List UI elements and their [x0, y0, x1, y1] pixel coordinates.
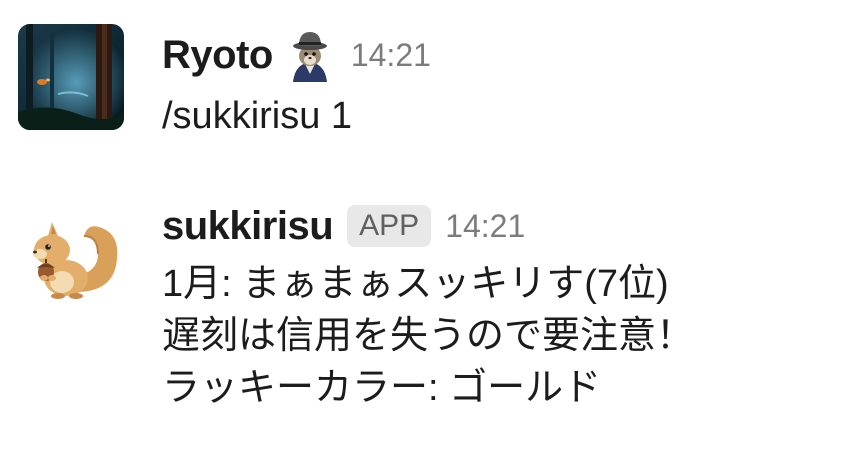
app-badge: APP — [347, 205, 432, 247]
timestamp[interactable]: 14:21 — [445, 208, 525, 245]
squirrel-with-acorn-avatar-icon — [33, 222, 118, 299]
message-header: Ryoto 14:21 — [162, 26, 431, 84]
message-item: Ryoto 14:21 /sukkirisu 1 — [0, 18, 842, 138]
sender-name[interactable]: sukkirisu — [162, 204, 334, 249]
message-line: ラッキーカラー: ゴールド — [162, 367, 602, 409]
user-avatar[interactable] — [18, 24, 124, 130]
message-text: 1月: まぁまぁスッキリす(7位) 遅刻は信用を失うので要注意！ ラッキーカラー… — [162, 258, 694, 414]
message-line: 遅刻は信用を失うので要注意！ — [162, 315, 695, 357]
message-text: /sukkirisu 1 — [162, 90, 352, 142]
dark-forest-avatar-icon — [18, 24, 124, 130]
message-item: sukkirisu APP 14:21 1月: まぁまぁスッキリす(7位) 遅刻… — [0, 196, 842, 446]
timestamp[interactable]: 14:21 — [351, 37, 431, 74]
sender-name[interactable]: Ryoto — [162, 33, 273, 78]
message-line: /sukkirisu 1 — [162, 95, 353, 137]
squirrel-in-fedora-icon[interactable] — [283, 28, 337, 82]
message-header: sukkirisu APP 14:21 — [162, 198, 525, 254]
message-line: 1月: まぁまぁスッキリす(7位) — [162, 263, 669, 305]
app-avatar[interactable] — [18, 206, 124, 312]
